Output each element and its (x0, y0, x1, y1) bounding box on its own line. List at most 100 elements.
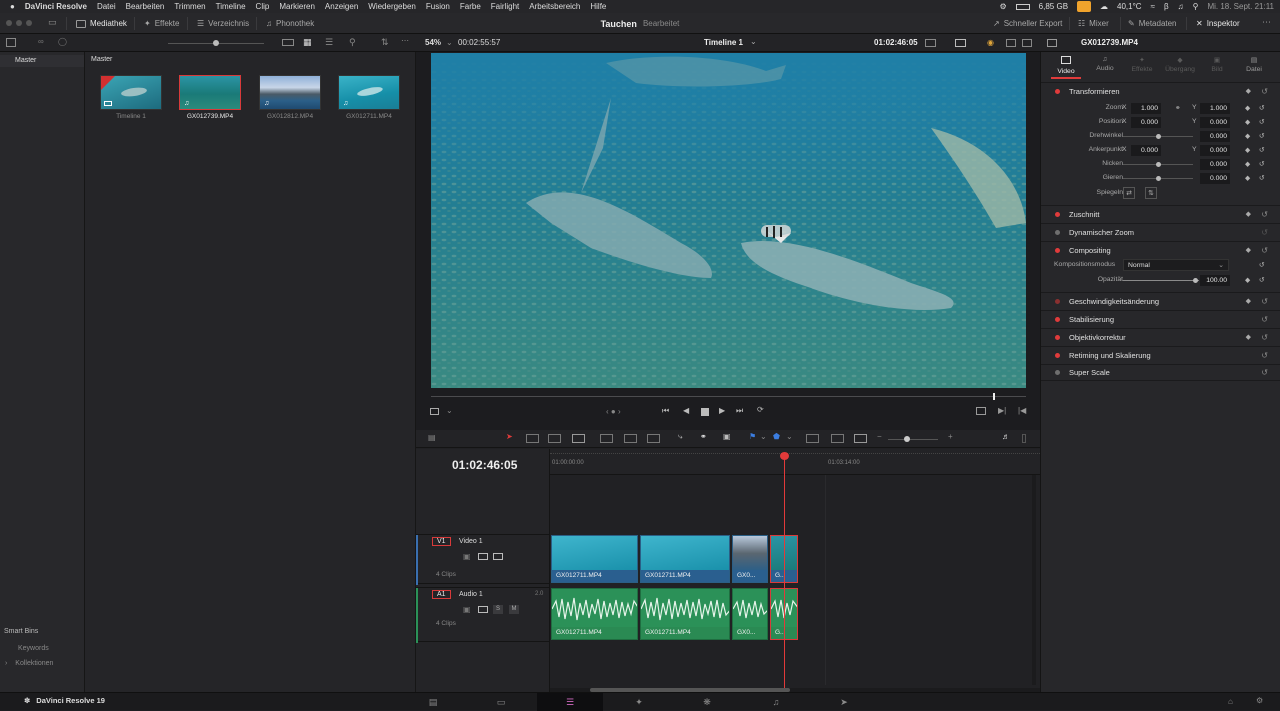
zoom-full-icon[interactable] (806, 434, 819, 443)
loop-icon[interactable]: ⟳ (757, 405, 764, 414)
tab-effekte[interactable]: ✦ Effekte (1127, 56, 1157, 73)
inspektor-button[interactable]: ✕ Inspektor (1196, 13, 1240, 34)
anchor-y-field[interactable]: 0.000 (1200, 145, 1230, 156)
gear-status-icon[interactable]: ⚙ (1000, 2, 1007, 11)
playhead[interactable] (780, 452, 789, 688)
schneller-export-button[interactable]: ↗ Schneller Export (993, 13, 1062, 34)
reset-icon[interactable]: ↺ (1259, 118, 1265, 126)
reset-icon[interactable]: ↺ (1261, 210, 1268, 219)
zoom-out-icon[interactable]: − (877, 432, 882, 441)
audio-track-name[interactable]: Audio 1 (459, 591, 483, 598)
flip-vertical-button[interactable]: ⇅ (1145, 187, 1157, 199)
zoom-detail-icon[interactable] (831, 434, 844, 443)
dynamic-trim-icon[interactable] (548, 434, 561, 443)
replace-clip-icon[interactable] (647, 434, 660, 443)
mute-button[interactable]: M (509, 605, 519, 614)
flag-chevron-icon[interactable]: ⌄ (760, 432, 767, 441)
menu-arbeitsbereich[interactable]: Arbeitsbereich (524, 2, 585, 11)
battery-icon[interactable] (1015, 3, 1030, 10)
menu-wiedergeben[interactable]: Wiedergeben (363, 2, 421, 11)
monitor-icon[interactable]: ▭ (48, 17, 57, 28)
fullscreen-icon[interactable] (1022, 39, 1032, 47)
marker-chevron-icon[interactable]: ⌄ (786, 432, 793, 441)
marker-icon[interactable]: ⬟ (773, 432, 780, 441)
viewer-mode-icon[interactable] (925, 39, 936, 47)
page-media-button[interactable]: ▤ (400, 693, 466, 711)
tab-audio[interactable]: ♫ Audio (1090, 56, 1120, 72)
page-fusion-button[interactable]: ✦ (606, 693, 672, 711)
zoom-in-icon[interactable]: + (948, 432, 953, 441)
audio-track-id[interactable]: A1 (432, 590, 451, 599)
match-frame-icon[interactable] (976, 407, 986, 415)
position-lock-icon[interactable]: ▣ (723, 432, 731, 441)
stop-icon[interactable] (701, 408, 709, 416)
reset-icon[interactable]: ↺ (1259, 146, 1265, 154)
flag-icon[interactable]: ⚑ (749, 432, 756, 441)
blade-tool-icon[interactable] (572, 434, 585, 443)
pitch-slider-knob[interactable] (1156, 162, 1161, 167)
section-geschwindigkeit[interactable]: Geschwindigkeitsänderung ◆ ↺ (1041, 292, 1280, 309)
rotation-slider-knob[interactable] (1156, 134, 1161, 139)
track-lock-icon[interactable]: ▣ (463, 605, 471, 614)
anchor-x-field[interactable]: 0.000 (1131, 145, 1161, 156)
tab-uebergang[interactable]: ◆ Übergang (1161, 56, 1199, 73)
bin-search-icon[interactable]: ⚲ (349, 37, 356, 48)
reset-icon[interactable]: ↺ (1261, 87, 1268, 96)
rotation-field[interactable]: 0.000 (1200, 131, 1230, 142)
timeline-ruler[interactable]: 01:00:00:00 01:03:14:00 (550, 449, 1040, 475)
keyframe-icon[interactable]: ◆ (1245, 118, 1250, 126)
minimize-window-icon[interactable] (16, 20, 22, 26)
enable-toggle-icon[interactable] (1055, 247, 1060, 253)
section-objektivkorrektur[interactable]: Objektivkorrektur ◆ ↺ (1041, 328, 1280, 345)
home-icon[interactable]: ⌂ (1228, 697, 1233, 706)
audio-clip-1[interactable]: GX012711.MP4 (551, 588, 638, 640)
selection-tool-icon[interactable]: ➤ (506, 432, 513, 441)
section-transformieren[interactable]: Transformieren ◆ ↺ (1041, 82, 1280, 99)
tab-datei[interactable]: ▤ Datei (1239, 56, 1269, 73)
crop-icon[interactable] (430, 408, 439, 415)
section-compositing[interactable]: Compositing ◆ ↺ (1041, 241, 1280, 258)
keyframe-icon[interactable]: ◆ (1245, 132, 1250, 140)
composite-mode-select[interactable]: Normal ⌄ (1123, 259, 1229, 271)
auto-select-icon[interactable] (478, 606, 488, 613)
reset-icon[interactable]: ↺ (1261, 228, 1268, 237)
smart-bin-kollektionen[interactable]: › Kollektionen (5, 660, 53, 667)
keyframe-icon[interactable]: ◆ (1246, 210, 1251, 218)
panel-layout-icon[interactable] (6, 38, 16, 47)
enable-toggle-icon[interactable] (1055, 316, 1060, 322)
tag-icon[interactable]: ◯ (58, 37, 67, 46)
keyframe-icon[interactable]: ◆ (1246, 297, 1251, 305)
yaw-slider[interactable] (1123, 176, 1193, 181)
go-to-end-icon[interactable]: ⏭ (736, 406, 743, 416)
page-deliver-button[interactable]: ➤ (811, 693, 877, 711)
audio-level-icon[interactable]: ♬ (1002, 432, 1010, 441)
enable-toggle-icon[interactable] (1055, 211, 1060, 217)
mediathek-button[interactable]: Mediathek (76, 13, 127, 34)
audio-clip-3[interactable]: GX0... (732, 588, 768, 640)
keyframe-icon[interactable]: ◆ (1246, 246, 1251, 254)
phonothek-button[interactable]: ♫ Phonothek (266, 13, 314, 34)
crop-chevron-icon[interactable]: ⌄ (446, 406, 453, 415)
enable-toggle-icon[interactable] (1055, 229, 1060, 235)
snapping-icon[interactable]: ⤷ (678, 432, 682, 442)
sort-icon[interactable]: ⇅ (381, 37, 389, 48)
yaw-field[interactable]: 0.000 (1200, 173, 1230, 184)
video-clip-1[interactable]: GX012711.MP4 (551, 535, 638, 583)
playhead-handle[interactable] (780, 452, 789, 460)
reset-icon[interactable]: ↺ (1259, 276, 1265, 284)
menu-farbe[interactable]: Farbe (455, 2, 486, 11)
viewer-scrubber[interactable] (431, 393, 1026, 400)
keyframe-icon[interactable]: ◆ (1246, 87, 1251, 95)
auto-select-icon[interactable] (478, 553, 488, 560)
close-window-icon[interactable] (6, 20, 12, 26)
pitch-field[interactable]: 0.000 (1200, 159, 1230, 170)
menu-timeline[interactable]: Timeline (211, 2, 251, 11)
menu-fairlight[interactable]: Fairlight (486, 2, 524, 11)
viewer-options-icon[interactable] (955, 39, 966, 47)
video-track-name[interactable]: Video 1 (459, 538, 483, 545)
metadaten-button[interactable]: ✎ Metadaten (1128, 13, 1177, 34)
smart-bin-keywords[interactable]: Keywords (18, 645, 49, 652)
menu-datei[interactable]: Datei (92, 2, 121, 11)
opacity-field[interactable]: 100.00 (1200, 275, 1230, 286)
master-bin-item[interactable]: Master (0, 55, 84, 67)
